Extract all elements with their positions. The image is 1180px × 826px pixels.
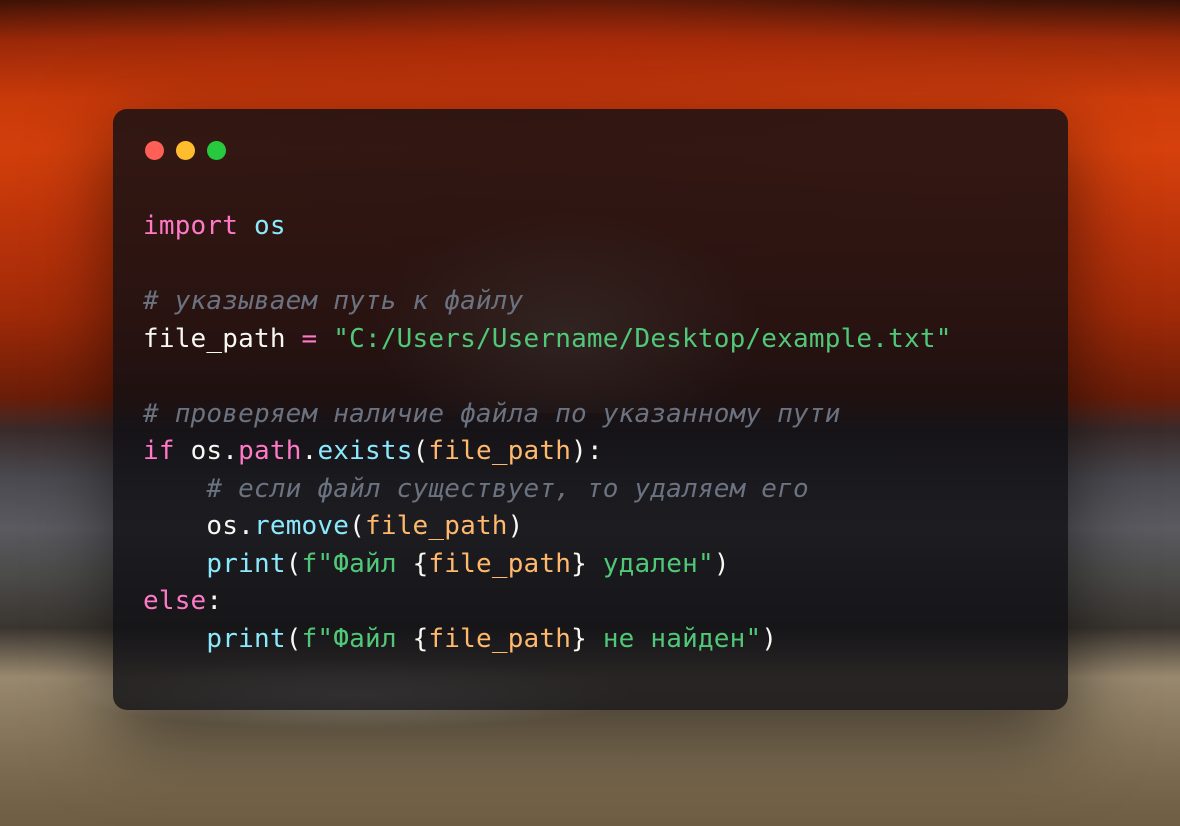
- paren-open: (: [286, 624, 302, 654]
- keyword-import: import: [143, 211, 238, 241]
- argument: file_path: [428, 436, 571, 466]
- fstring-var: file_path: [428, 624, 571, 654]
- code-line: else:: [143, 586, 222, 616]
- keyword-if: if: [143, 436, 175, 466]
- builtin-func: print: [206, 549, 285, 579]
- method: remove: [254, 511, 349, 541]
- code-line: print(f"Файл {file_path} удален"): [143, 549, 730, 579]
- brace-open: {: [413, 624, 429, 654]
- fstring-text: не найден: [587, 624, 746, 654]
- code-line: os.remove(file_path): [143, 511, 524, 541]
- window-controls: [145, 141, 1038, 160]
- object: os: [191, 436, 223, 466]
- fstring-text: Файл: [333, 549, 412, 579]
- maximize-icon[interactable]: [207, 141, 226, 160]
- fstring-var: file_path: [428, 549, 571, 579]
- object: os: [206, 511, 238, 541]
- brace-open: {: [413, 549, 429, 579]
- argument: file_path: [365, 511, 508, 541]
- indent: [143, 549, 206, 579]
- comment-line: # указываем путь к файлу: [143, 286, 523, 316]
- dot: .: [222, 436, 238, 466]
- comment-line: # проверяем наличие файла по указанному …: [143, 399, 841, 429]
- builtin-func: print: [206, 624, 285, 654]
- code-line: if os.path.exists(file_path):: [143, 436, 603, 466]
- paren-close: ): [714, 549, 730, 579]
- module-name: os: [254, 211, 286, 241]
- paren-open: (: [286, 549, 302, 579]
- string-literal: "C:/Users/Username/Desktop/example.txt": [333, 324, 951, 354]
- attribute: path: [238, 436, 301, 466]
- paren-open: (: [413, 436, 429, 466]
- method: exists: [317, 436, 412, 466]
- minimize-icon[interactable]: [176, 141, 195, 160]
- code-line: file_path = "C:/Users/Username/Desktop/e…: [143, 324, 952, 354]
- fstring-end: ": [698, 549, 714, 579]
- fstring-prefix: f": [302, 624, 334, 654]
- brace-close: }: [571, 624, 587, 654]
- paren-open: (: [349, 511, 365, 541]
- comment-line: # если файл существует, то удаляем его: [143, 474, 809, 504]
- paren-close: ): [761, 624, 777, 654]
- paren-close: ): [508, 511, 524, 541]
- code-line: print(f"Файл {file_path} не найден"): [143, 624, 777, 654]
- close-icon[interactable]: [145, 141, 164, 160]
- fstring-text: Файл: [333, 624, 412, 654]
- keyword-else: else: [143, 586, 206, 616]
- indent: [143, 511, 206, 541]
- code-content: import os # указываем путь к файлу file_…: [143, 208, 1038, 658]
- fstring-end: ": [746, 624, 762, 654]
- indent: [143, 624, 206, 654]
- fstring-text: удален: [587, 549, 698, 579]
- code-line: import os: [143, 211, 286, 241]
- paren-close-colon: ):: [571, 436, 603, 466]
- code-window: import os # указываем путь к файлу file_…: [113, 109, 1068, 710]
- variable: file_path: [143, 324, 286, 354]
- fstring-prefix: f": [302, 549, 334, 579]
- brace-close: }: [571, 549, 587, 579]
- operator: =: [302, 324, 318, 354]
- dot: .: [238, 511, 254, 541]
- colon: :: [206, 586, 222, 616]
- dot: .: [302, 436, 318, 466]
